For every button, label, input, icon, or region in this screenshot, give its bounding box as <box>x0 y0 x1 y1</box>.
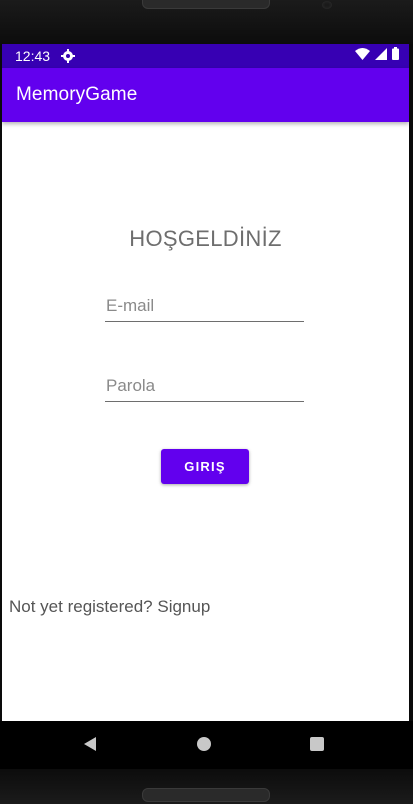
top-bezel <box>0 0 413 44</box>
home-icon[interactable] <box>197 737 211 751</box>
welcome-heading: HOŞGELDİNİZ <box>129 226 282 251</box>
screen: 12:43 MemoryGame HOŞGELDİNİZ E-mail GIRI… <box>2 44 409 721</box>
password-field[interactable] <box>105 372 304 402</box>
login-button[interactable]: GIRIŞ <box>161 449 249 484</box>
battery-icon <box>392 47 399 65</box>
status-bar: 12:43 <box>2 44 409 68</box>
navigation-bar <box>0 721 413 769</box>
gear-icon <box>60 48 76 64</box>
recents-icon[interactable] <box>310 737 324 751</box>
wifi-icon <box>355 47 370 65</box>
back-icon[interactable] <box>83 736 97 757</box>
app-bar: MemoryGame <box>2 68 409 122</box>
signal-icon <box>375 47 387 65</box>
signup-link[interactable]: Not yet registered? Signup <box>9 597 210 617</box>
earpiece-speaker <box>142 0 270 9</box>
front-camera <box>322 1 332 9</box>
status-icons <box>355 47 399 65</box>
status-time: 12:43 <box>15 48 51 64</box>
bottom-bezel <box>0 769 413 804</box>
device-frame: 12:43 MemoryGame HOŞGELDİNİZ E-mail GIRI… <box>0 0 413 804</box>
bottom-speaker <box>142 788 270 802</box>
app-title: MemoryGame <box>16 84 138 105</box>
email-field[interactable] <box>105 292 304 322</box>
